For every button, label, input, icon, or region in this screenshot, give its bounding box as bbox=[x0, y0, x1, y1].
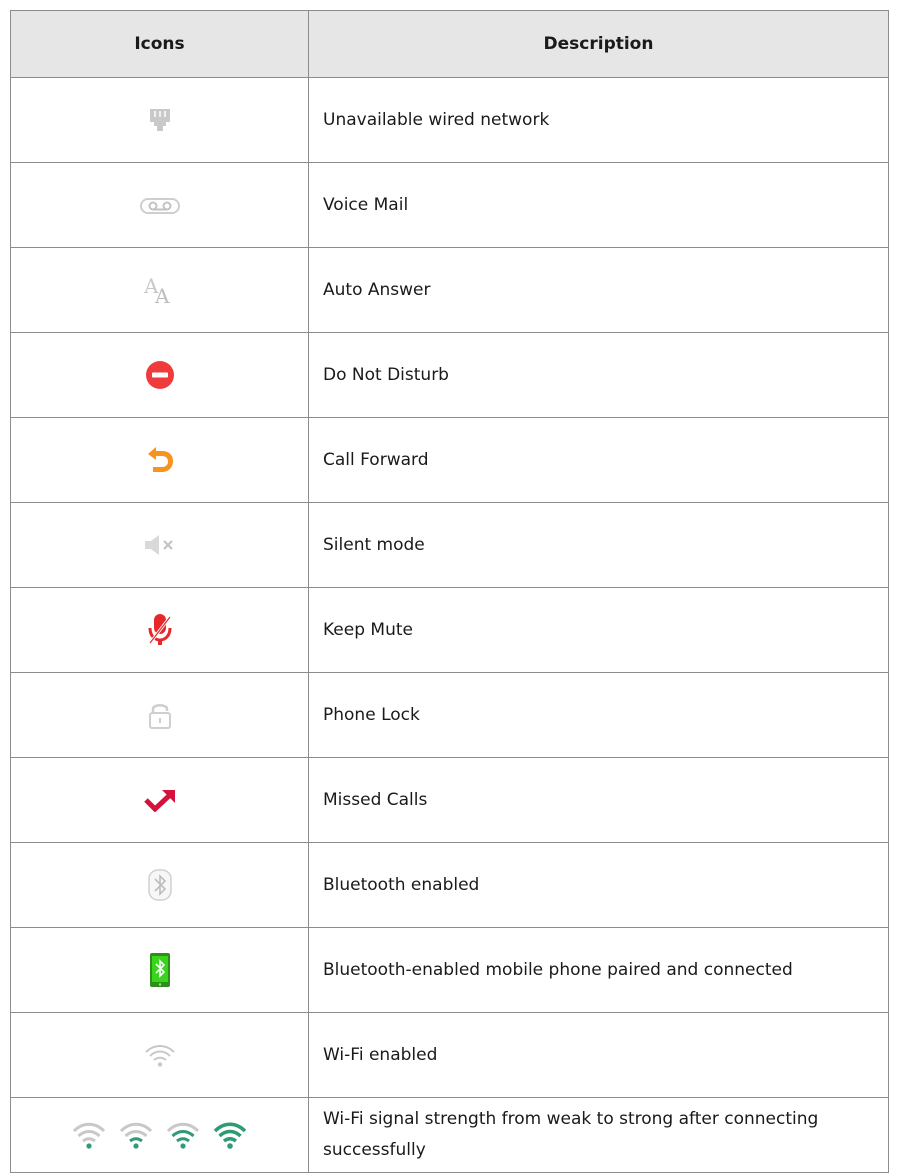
table-row: Bluetooth-enabled mobile phone paired an… bbox=[10, 927, 889, 1013]
table-row: Do Not Disturb bbox=[10, 332, 889, 418]
unavailable-wired-network-icon bbox=[149, 109, 170, 131]
wifi-signal-weak-icon bbox=[72, 1122, 105, 1149]
table-row: A A Auto Answer bbox=[10, 247, 889, 333]
call-forward-icon bbox=[147, 447, 173, 472]
table-row: Voice Mail bbox=[10, 162, 889, 248]
table-row: Wi-Fi signal strength from weak to stron… bbox=[10, 1097, 889, 1173]
row-description: Do Not Disturb bbox=[308, 332, 889, 418]
row-description: Wi-Fi signal strength from weak to stron… bbox=[308, 1097, 889, 1173]
row-description: Bluetooth-enabled mobile phone paired an… bbox=[308, 927, 889, 1013]
row-description: Phone Lock bbox=[308, 672, 889, 758]
row-description: Keep Mute bbox=[308, 587, 889, 673]
bluetooth-enabled-icon bbox=[147, 869, 172, 901]
missed-calls-icon bbox=[143, 790, 175, 812]
table-row: Missed Calls bbox=[10, 757, 889, 843]
header-description: Description bbox=[308, 10, 889, 78]
header-icons: Icons bbox=[10, 10, 309, 78]
keep-mute-icon bbox=[148, 614, 171, 645]
wifi-signal-fair-icon bbox=[119, 1122, 153, 1149]
wifi-signal-strong-icon bbox=[213, 1122, 247, 1149]
row-description: Wi-Fi enabled bbox=[308, 1012, 889, 1098]
icons-table: Icons Description Unavailable wired netw… bbox=[10, 10, 889, 1173]
silent-mode-icon bbox=[144, 535, 173, 555]
row-description: Auto Answer bbox=[308, 247, 889, 333]
wifi-enabled-icon bbox=[144, 1045, 175, 1067]
do-not-disturb-icon bbox=[145, 361, 174, 389]
table-row: Keep Mute bbox=[10, 587, 889, 673]
bluetooth-mobile-paired-icon bbox=[149, 953, 170, 987]
table-row: Wi-Fi enabled bbox=[10, 1012, 889, 1098]
row-description: Missed Calls bbox=[308, 757, 889, 843]
voicemail-icon bbox=[139, 198, 180, 214]
table-header-row: Icons Description bbox=[10, 10, 889, 78]
row-description: Silent mode bbox=[308, 502, 889, 588]
table-row: Phone Lock bbox=[10, 672, 889, 758]
row-description: Call Forward bbox=[308, 417, 889, 503]
auto-answer-icon: A A bbox=[143, 275, 170, 305]
row-description: Bluetooth enabled bbox=[308, 842, 889, 928]
table-row: Unavailable wired network bbox=[10, 77, 889, 163]
row-description: Unavailable wired network bbox=[308, 77, 889, 163]
phone-lock-icon bbox=[148, 704, 171, 729]
table-row: Call Forward bbox=[10, 417, 889, 503]
wifi-signal-good-icon bbox=[166, 1122, 200, 1149]
row-description: Voice Mail bbox=[308, 162, 889, 248]
svg-text:A: A bbox=[154, 284, 170, 305]
table-row: Silent mode bbox=[10, 502, 889, 588]
table-row: Bluetooth enabled bbox=[10, 842, 889, 928]
